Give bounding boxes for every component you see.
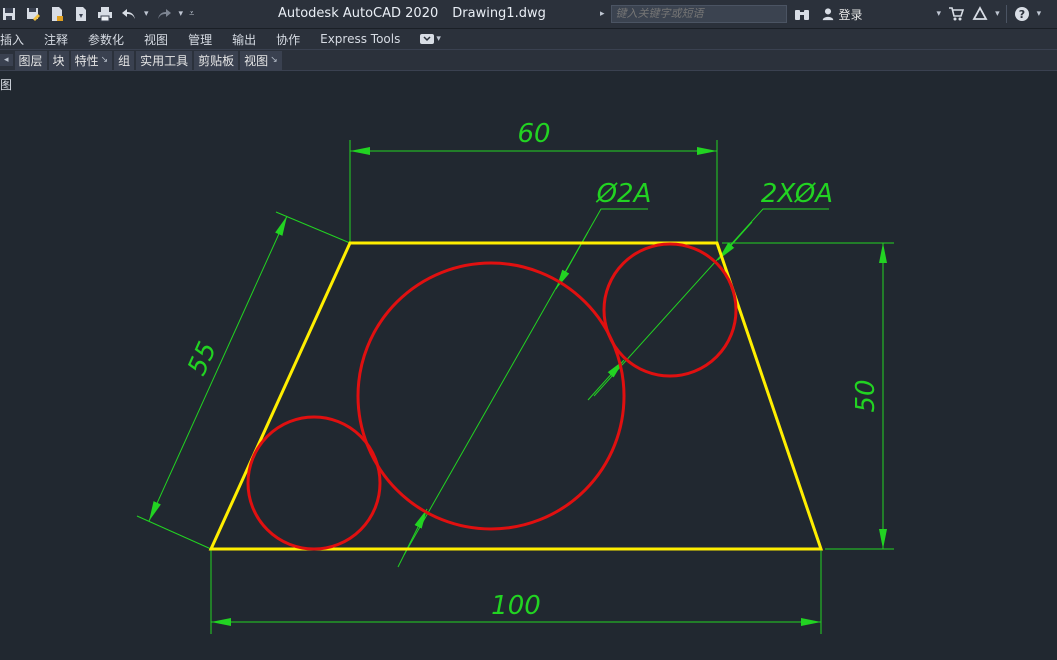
help-icon[interactable]: ? — [1013, 5, 1031, 23]
cart-icon[interactable] — [947, 5, 965, 23]
leader-arrow-small-bottom — [587, 359, 625, 401]
save-as-icon[interactable] — [24, 5, 42, 23]
panel-label: 视图 — [244, 53, 269, 68]
print-icon[interactable] — [96, 5, 114, 23]
panel-groups[interactable]: 组 — [114, 50, 135, 70]
panel-utilities[interactable]: 实用工具 — [136, 50, 193, 70]
panel-properties[interactable]: 特性 ↘ — [70, 50, 113, 70]
dim-text-top: 60 — [517, 119, 550, 149]
login-label: 登录 — [838, 7, 863, 22]
tab-manage[interactable]: 管理 — [178, 31, 222, 48]
trapezoid-outline[interactable] — [208, 241, 824, 551]
dim-text-right: 50 — [851, 379, 881, 412]
leader-small-circle — [593, 208, 829, 397]
apps-dropdown-icon[interactable]: ▾ — [995, 9, 1000, 19]
redo-icon[interactable] — [155, 5, 173, 23]
user-icon — [822, 8, 833, 21]
panel-label: 块 — [52, 53, 65, 68]
dim-line-left — [148, 215, 288, 522]
tab-collaborate[interactable]: 协作 — [266, 31, 310, 48]
panel-layers[interactable]: 图层 — [14, 50, 47, 70]
ribbon-tabs: 插入 注释 参数化 视图 管理 输出 协作 Express Tools ▾ — [0, 29, 1057, 49]
leader-arrow-small-top — [717, 221, 753, 261]
customize-toolbar-icon[interactable]: ⩡ — [189, 9, 194, 19]
search-expand-icon[interactable]: ▸ — [600, 9, 605, 19]
leader-arrow-large-top — [555, 231, 589, 290]
undo-icon[interactable] — [120, 5, 138, 23]
dim-text-small-circles: 2XØA — [761, 179, 833, 209]
panel-collapsed-left[interactable]: ◂ — [0, 54, 13, 66]
panel-label: 图层 — [18, 53, 43, 68]
panel-block[interactable]: 块 — [48, 50, 69, 70]
large-circle[interactable] — [356, 261, 626, 531]
leader-arrow-large-bottom — [397, 508, 428, 568]
extension-lines — [136, 140, 894, 634]
panel-clipboard[interactable]: 剪贴板 — [194, 50, 239, 70]
help-dropdown-icon[interactable]: ▾ — [1037, 9, 1042, 19]
ribbon-options-icon[interactable]: ▾ — [410, 34, 451, 44]
title-bar: ▾ ▾ ⩡ Autodesk AutoCAD 2020 Drawing1.dwg … — [0, 0, 1057, 29]
export-icon[interactable] — [48, 5, 66, 23]
autodesk-app-icon[interactable] — [971, 5, 989, 23]
binoculars-icon[interactable] — [793, 5, 811, 23]
separator — [1005, 5, 1007, 23]
dim-text-left: 55 — [182, 338, 223, 380]
publish-icon[interactable] — [72, 5, 90, 23]
undo-dropdown-icon[interactable]: ▾ — [144, 9, 149, 19]
redo-dropdown-icon[interactable]: ▾ — [179, 9, 184, 19]
ribbon-panel-bar: ◂ 图层 块 特性 ↘ 组 实用工具 剪贴板 视图 ↘ — [0, 49, 1057, 71]
document-name: Drawing1.dwg — [452, 6, 546, 21]
search-input[interactable] — [610, 5, 787, 23]
window-title: Autodesk AutoCAD 2020 Drawing1.dwg — [278, 6, 546, 21]
panel-launcher-icon[interactable]: ↘ — [270, 55, 278, 65]
dim-text-large-circle: Ø2A — [596, 179, 652, 209]
tab-view[interactable]: 视图 — [134, 31, 178, 48]
login-button[interactable]: 登录 — [821, 6, 863, 23]
login-dropdown-icon[interactable]: ▾ — [937, 9, 942, 19]
drawing-canvas[interactable]: 60 100 50 55 Ø2A 2XØA — [0, 70, 1057, 660]
panel-label: 特性 — [74, 53, 99, 68]
tab-express-tools[interactable]: Express Tools — [310, 32, 410, 46]
panel-launcher-icon[interactable]: ↘ — [101, 55, 109, 65]
svg-text:?: ? — [1018, 8, 1024, 21]
tab-insert[interactable]: 插入 — [0, 31, 34, 48]
infocenter: ▸ 登录 ▾ ▾ ? ▾ — [600, 3, 1041, 25]
save-icon[interactable] — [0, 5, 18, 23]
quick-access-toolbar: ▾ ▾ ⩡ — [0, 3, 194, 25]
leader-large-circle — [403, 208, 648, 556]
app-name: Autodesk AutoCAD 2020 — [278, 6, 439, 21]
panel-label: 剪贴板 — [198, 53, 235, 68]
tab-annotate[interactable]: 注释 — [34, 31, 78, 48]
small-circle-left[interactable] — [246, 415, 382, 551]
panel-label: 实用工具 — [140, 53, 189, 68]
dim-text-bottom: 100 — [491, 591, 541, 621]
panel-view[interactable]: 视图 ↘ — [240, 50, 282, 70]
tab-parametric[interactable]: 参数化 — [78, 31, 134, 48]
dimension-lines — [148, 147, 887, 626]
small-circle-right[interactable] — [602, 242, 738, 378]
panel-label: 组 — [118, 53, 131, 68]
tab-output[interactable]: 输出 — [222, 31, 266, 48]
